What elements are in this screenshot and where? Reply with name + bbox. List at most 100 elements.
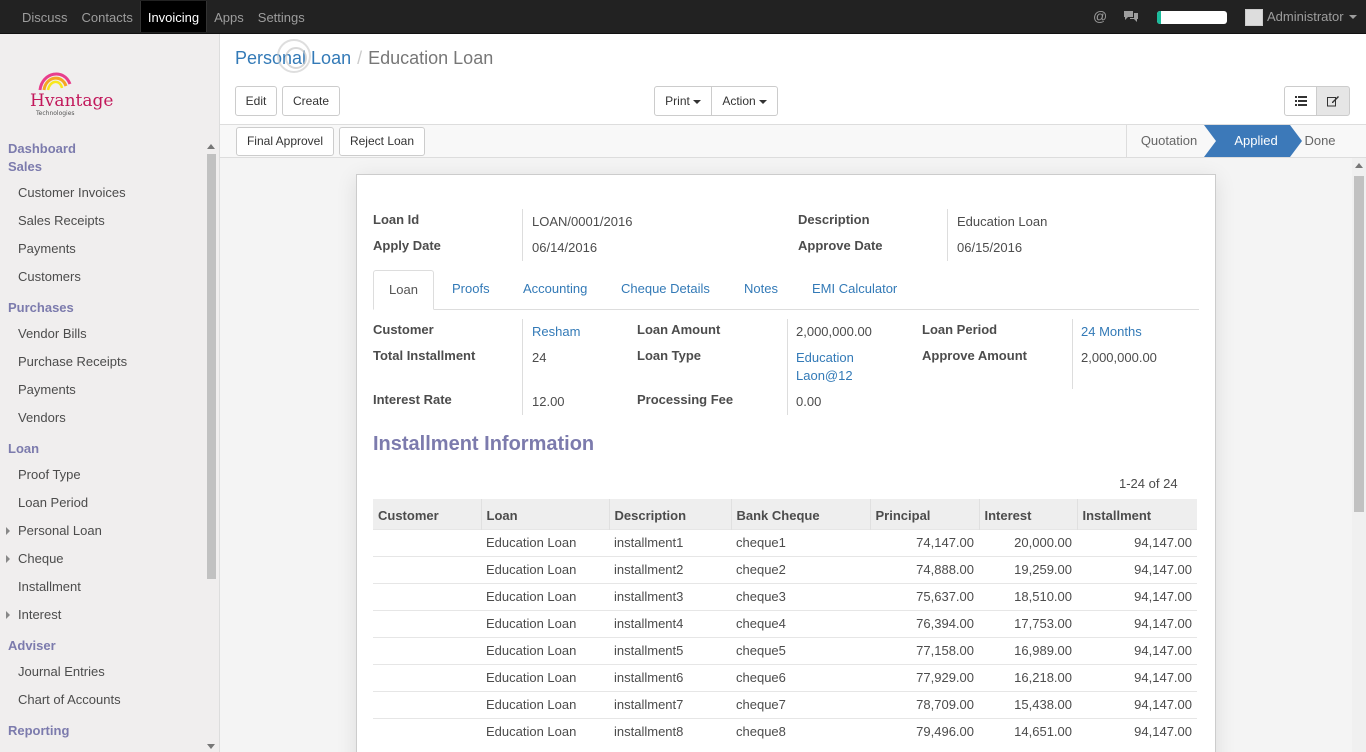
avatar[interactable] <box>1245 9 1263 26</box>
loan-period-link[interactable]: 24 Months <box>1081 324 1142 339</box>
scroll-down-icon[interactable] <box>207 744 215 749</box>
cell-customer <box>373 690 481 718</box>
final-approvel-button[interactable]: Final Approvel <box>236 127 334 156</box>
cell-description: installment8 <box>609 717 731 745</box>
tab-notes[interactable]: Notes <box>729 270 793 310</box>
menu-contacts[interactable]: Contacts <box>75 1 140 32</box>
table-row[interactable]: Education Loan installment5 cheque5 77,158.… <box>373 636 1197 664</box>
expand-icon[interactable] <box>6 611 10 619</box>
mention-icon[interactable]: @ <box>1093 8 1107 24</box>
stage-applied[interactable]: Applied <box>1216 125 1296 157</box>
table-row[interactable]: Education Loan installment3 cheque3 75,637.… <box>373 582 1197 610</box>
cell-description: installment7 <box>609 690 731 718</box>
chat-icon[interactable] <box>1123 9 1139 23</box>
column-header-description[interactable]: Description <box>608 499 731 529</box>
expand-icon[interactable] <box>6 555 10 563</box>
menu-invoicing[interactable]: Invoicing <box>139 1 208 32</box>
scroll-up-icon[interactable] <box>1355 163 1363 168</box>
sidebar-item-loan-period[interactable]: Loan Period <box>18 495 88 510</box>
stage-quotation[interactable]: Quotation <box>1128 125 1210 157</box>
loan-amount-label: Loan Amount <box>637 322 721 337</box>
sidebar-item-vendor-bills[interactable]: Vendor Bills <box>18 326 87 341</box>
customer-link[interactable]: Resham <box>532 324 580 339</box>
loan-type-link[interactable]: Education <box>796 350 854 365</box>
pager-value[interactable]: 1-24 of 24 <box>1119 476 1178 491</box>
sidebar-item-personal-loan[interactable]: Personal Loan <box>18 523 102 538</box>
tab-emi-calculator[interactable]: EMI Calculator <box>797 270 912 310</box>
column-header-installment[interactable]: Installment <box>1076 499 1197 529</box>
menu-settings[interactable]: Settings <box>251 1 312 32</box>
sidebar-item-purchase-receipts[interactable]: Purchase Receipts <box>18 354 127 369</box>
form-view-button[interactable] <box>1316 86 1350 116</box>
stage-done[interactable]: Done <box>1300 125 1340 157</box>
sidebar-section-sales[interactable]: Sales <box>8 159 42 174</box>
sidebar-item-installment[interactable]: Installment <box>18 579 81 594</box>
column-header-interest[interactable]: Interest <box>978 499 1077 529</box>
reject-loan-button[interactable]: Reject Loan <box>339 127 425 156</box>
sidebar-item-payments[interactable]: Payments <box>18 241 76 256</box>
list-view-button[interactable] <box>1284 86 1317 116</box>
action-button[interactable]: Action <box>711 86 778 116</box>
loan-type-link-2[interactable]: Laon@12 <box>796 368 853 383</box>
sidebar-item-proof-type[interactable]: Proof Type <box>18 467 81 482</box>
column-header-principal[interactable]: Principal <box>869 499 979 529</box>
sidebar-item-customer-invoices[interactable]: Customer Invoices <box>18 185 126 200</box>
column-header-customer[interactable]: Customer <box>373 499 481 529</box>
tab-proofs[interactable]: Proofs <box>437 270 505 310</box>
sidebar-item-interest[interactable]: Interest <box>18 607 61 622</box>
cell-installment: 94,147.00 <box>1077 609 1197 637</box>
sidebar-section-purchases[interactable]: Purchases <box>8 300 74 315</box>
list-icon <box>1294 96 1307 106</box>
main-scrollbar[interactable] <box>1352 158 1366 752</box>
sidebar-item-cheque[interactable]: Cheque <box>18 551 64 566</box>
edit-icon <box>1327 96 1339 107</box>
expand-icon[interactable] <box>6 527 10 535</box>
tab-accounting[interactable]: Accounting <box>508 270 602 310</box>
cell-bank-cheque: cheque7 <box>731 690 870 718</box>
sidebar-section-loan[interactable]: Loan <box>8 441 39 456</box>
scroll-up-icon[interactable] <box>207 144 215 149</box>
sidebar-item-payments-purchase[interactable]: Payments <box>18 382 76 397</box>
table-row[interactable]: Education Loan installment6 cheque6 77,929.… <box>373 663 1197 691</box>
sidebar-item-sales-receipts[interactable]: Sales Receipts <box>18 213 105 228</box>
sidebar-section-dashboard[interactable]: Dashboard <box>8 141 76 156</box>
field-divider <box>787 319 788 415</box>
page-title: Education Loan <box>368 48 494 68</box>
create-button[interactable]: Create <box>282 86 340 116</box>
tab-loan[interactable]: Loan <box>373 270 434 310</box>
sidebar-section-adviser[interactable]: Adviser <box>8 638 56 653</box>
scrollbar-thumb[interactable] <box>207 154 216 579</box>
table-row[interactable]: Education Loan installment2 cheque2 74,888.… <box>373 555 1197 583</box>
table-row[interactable]: Education Loan installment7 cheque7 78,709.… <box>373 690 1197 718</box>
sidebar-item-vendors[interactable]: Vendors <box>18 410 66 425</box>
table-row[interactable]: Education Loan installment8 cheque8 79,496.… <box>373 717 1197 745</box>
chevron-down-icon[interactable] <box>1349 15 1357 19</box>
table-row[interactable]: Education Loan installment4 cheque4 76,394.… <box>373 609 1197 637</box>
table-row[interactable]: Education Loan installment1 cheque1 74,147.… <box>373 528 1197 556</box>
tab-cheque-details[interactable]: Cheque Details <box>606 270 725 310</box>
cell-bank-cheque: cheque1 <box>731 528 870 556</box>
cell-customer <box>373 582 481 610</box>
cell-installment: 94,147.00 <box>1077 690 1197 718</box>
sidebar-scrollbar[interactable] <box>206 144 216 749</box>
sidebar-item-chart-of-accounts[interactable]: Chart of Accounts <box>18 692 121 707</box>
cell-description: installment6 <box>609 663 731 691</box>
sidebar-item-journal-entries[interactable]: Journal Entries <box>18 664 105 679</box>
cell-description: installment3 <box>609 582 731 610</box>
installment-table: Customer Loan Description Bank Cheque Pr… <box>373 499 1197 745</box>
column-header-bank-cheque[interactable]: Bank Cheque <box>730 499 870 529</box>
sidebar-item-customers[interactable]: Customers <box>18 269 81 284</box>
scrollbar-thumb[interactable] <box>1354 176 1364 512</box>
sidebar-section-reporting[interactable]: Reporting <box>8 723 69 738</box>
column-header-loan[interactable]: Loan <box>480 499 609 529</box>
cell-description: installment4 <box>609 609 731 637</box>
cell-description: installment1 <box>609 528 731 556</box>
edit-button[interactable]: Edit <box>235 86 277 116</box>
customer-label: Customer <box>373 322 434 337</box>
total-installment-label: Total Installment <box>373 348 476 363</box>
print-button[interactable]: Print <box>654 86 712 116</box>
menu-apps[interactable]: Apps <box>207 1 251 32</box>
menu-discuss[interactable]: Discuss <box>15 1 75 32</box>
user-menu-label[interactable]: Administrator <box>1267 9 1344 24</box>
cell-installment: 94,147.00 <box>1077 582 1197 610</box>
